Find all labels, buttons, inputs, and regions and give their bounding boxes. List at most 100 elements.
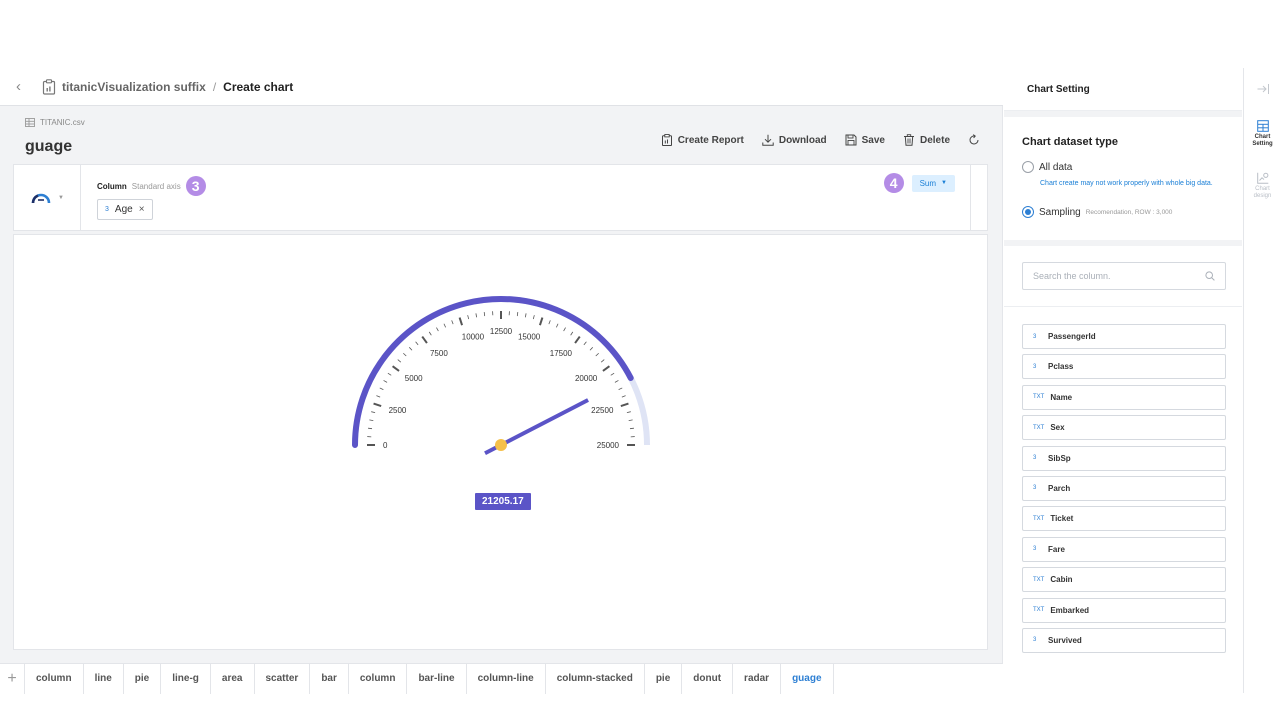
- top-breadcrumb-bar: ‹ titanicVisualization suffix / Create c…: [0, 68, 1003, 106]
- column-list-item[interactable]: 3 Pclass: [1022, 354, 1226, 380]
- gauge-minor-tick: [443, 323, 447, 328]
- radio-all-data-control[interactable]: [1022, 161, 1034, 173]
- chart-tab[interactable]: area: [209, 663, 254, 694]
- collapse-panel-icon[interactable]: [1256, 82, 1270, 96]
- breadcrumb-project[interactable]: titanicVisualization suffix: [62, 80, 206, 94]
- chart-type-select[interactable]: ▼: [14, 165, 81, 230]
- create-report-button[interactable]: Create Report: [661, 134, 744, 146]
- file-name: TITANIC.csv: [40, 118, 85, 127]
- step-badge-4: 4: [883, 173, 904, 193]
- chart-tab[interactable]: guage: [780, 663, 834, 694]
- save-button[interactable]: Save: [845, 134, 885, 146]
- gauge-track: [352, 296, 650, 446]
- refresh-icon[interactable]: [968, 134, 980, 146]
- column-name: Embarked: [1050, 605, 1090, 615]
- table-icon: [1256, 120, 1269, 132]
- column-name: Sex: [1050, 423, 1065, 433]
- gauge-minor-tick: [397, 359, 402, 363]
- gauge-minor-tick: [483, 312, 486, 317]
- column-list-item[interactable]: 3 Fare: [1022, 536, 1226, 562]
- gauge-minor-tick: [614, 380, 619, 383]
- add-chart-button[interactable]: +: [0, 670, 24, 688]
- radio-sampling[interactable]: Sampling Recomendation, ROW : 3,000: [1022, 206, 1172, 218]
- radio-sampling-label: Sampling: [1039, 206, 1081, 218]
- gauge-minor-tick: [475, 313, 478, 318]
- axis-panel: ▼ Column Standard axis 3 3 Age × 4 Sum ▼: [13, 164, 988, 231]
- radio-all-data[interactable]: All data: [1022, 161, 1072, 173]
- gauge-major-tick: [602, 365, 610, 372]
- remove-chip-icon[interactable]: ×: [139, 204, 145, 215]
- column-name: Ticket: [1050, 514, 1074, 524]
- aggregation-value: Sum: [919, 178, 937, 188]
- column-search-input[interactable]: Search the column.: [1022, 262, 1226, 290]
- gauge-fill-arc: [352, 296, 634, 448]
- radio-sampling-control[interactable]: [1022, 206, 1034, 218]
- numeric-type-icon: 3: [1033, 455, 1037, 462]
- text-type-icon: TXT: [1033, 424, 1045, 431]
- column-list-item[interactable]: TXT Cabin: [1022, 567, 1226, 593]
- gauge-minor-tick: [618, 387, 623, 391]
- column-list-item[interactable]: TXT Name: [1022, 384, 1226, 410]
- chart-tab[interactable]: column: [347, 663, 407, 694]
- column-name: Name: [1050, 392, 1073, 402]
- gauge-tick-label: 25000: [597, 441, 620, 450]
- column-chip[interactable]: 3 Age ×: [97, 199, 153, 220]
- chart-tab[interactable]: line: [82, 663, 123, 694]
- back-icon[interactable]: ‹: [16, 78, 30, 95]
- search-icon: [1205, 271, 1215, 281]
- gauge-major-tick: [392, 365, 400, 372]
- chart-tab[interactable]: bar-line: [406, 663, 465, 694]
- gauge-minor-tick: [436, 327, 439, 332]
- chart-tab[interactable]: column: [24, 663, 83, 694]
- delete-label: Delete: [919, 134, 950, 146]
- panel-divider: [970, 165, 971, 230]
- numeric-type-icon: 3: [1033, 546, 1037, 553]
- download-button[interactable]: Download: [762, 134, 827, 146]
- text-type-icon: TXT: [1033, 607, 1045, 614]
- gauge-major-tick: [421, 336, 428, 344]
- chart-title[interactable]: guage: [25, 138, 72, 156]
- trash-icon: [903, 134, 914, 146]
- text-type-icon: TXT: [1033, 394, 1045, 401]
- aggregation-area: 4 Sum ▼: [883, 173, 955, 193]
- chart-editor: ‹ titanicVisualization suffix / Create c…: [0, 68, 1003, 694]
- column-list-item[interactable]: 3 PassengerId: [1022, 324, 1226, 349]
- gauge-minor-tick: [467, 315, 470, 320]
- column-list-item[interactable]: TXT Ticket: [1022, 506, 1226, 532]
- chart-tab[interactable]: radar: [732, 663, 780, 694]
- column-list-item[interactable]: TXT Sex: [1022, 415, 1226, 441]
- column-list-item[interactable]: 3 Parch: [1022, 475, 1226, 501]
- chart-tab[interactable]: column-line: [465, 663, 545, 694]
- gauge-minor-tick: [595, 352, 599, 357]
- chart-tab[interactable]: line-g: [160, 663, 210, 694]
- chart-tab[interactable]: bar: [309, 663, 348, 694]
- chart-design-icon: [1256, 172, 1268, 184]
- chart-tab[interactable]: pie: [122, 663, 160, 694]
- gauge-minor-tick: [369, 419, 374, 422]
- gauge-major-tick: [538, 317, 544, 326]
- rail-chart-setting[interactable]: Chart Setting: [1244, 120, 1280, 148]
- column-list-item[interactable]: TXT Embarked: [1022, 597, 1226, 623]
- aggregation-select[interactable]: Sum ▼: [911, 174, 955, 192]
- gauge-minor-tick: [368, 427, 373, 430]
- page-title: Create chart: [223, 79, 294, 94]
- gauge-minor-tick: [408, 347, 413, 351]
- rail-chart-design[interactable]: Chart design: [1244, 172, 1280, 200]
- gauge-minor-tick: [610, 372, 615, 376]
- column-list-item[interactable]: 3 Survived: [1022, 627, 1226, 653]
- gauge-major-tick: [574, 336, 581, 344]
- gauge-minor-tick: [383, 380, 388, 383]
- gauge-minor-tick: [563, 327, 566, 332]
- numeric-type-icon: 3: [1033, 363, 1037, 370]
- chevron-down-icon: ▼: [941, 180, 947, 186]
- delete-button[interactable]: Delete: [903, 134, 950, 146]
- gauge-chart: 0 2500 5000 7500 10000 12500 15000 17500 20000 22…: [352, 296, 650, 456]
- column-list-item[interactable]: 3 SibSp: [1022, 445, 1226, 471]
- gauge-minor-tick: [626, 411, 631, 414]
- chart-tab[interactable]: column-stacked: [544, 663, 644, 694]
- chart-tab[interactable]: pie: [643, 663, 681, 694]
- chart-tab[interactable]: scatter: [253, 663, 310, 694]
- gauge-minor-tick: [570, 331, 574, 336]
- gauge-minor-tick: [428, 331, 432, 336]
- chart-tab[interactable]: donut: [681, 663, 732, 694]
